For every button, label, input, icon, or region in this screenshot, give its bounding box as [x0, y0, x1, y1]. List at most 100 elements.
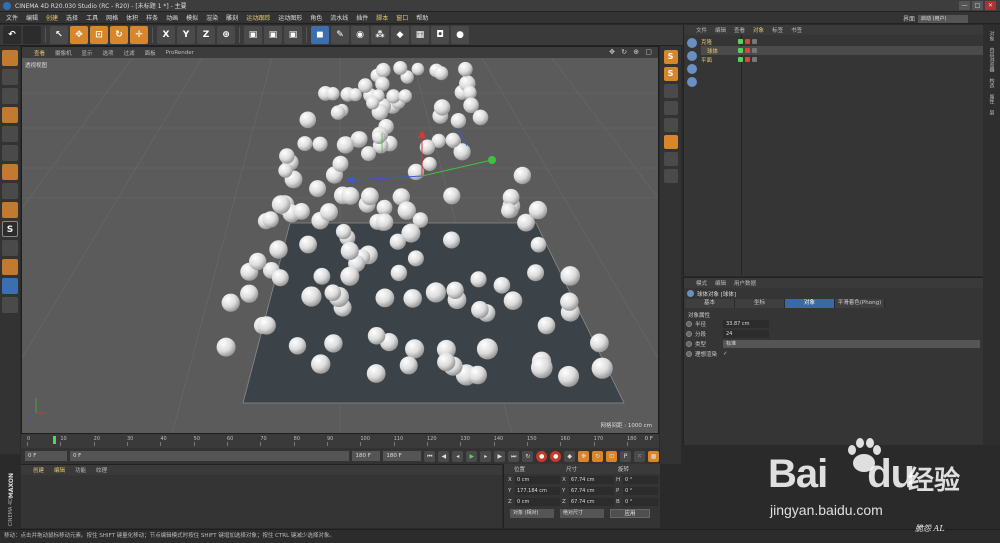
- position-x-field[interactable]: 0 cm: [515, 475, 560, 484]
- go-to-start-icon[interactable]: ⏮: [424, 450, 436, 462]
- object-menu-edit[interactable]: 编辑: [715, 26, 726, 34]
- sphere-clone[interactable]: [403, 289, 423, 308]
- menu-edit[interactable]: 编辑: [26, 13, 38, 22]
- sphere-clone[interactable]: [299, 235, 317, 254]
- timeline-window-icon[interactable]: ▦: [648, 450, 660, 462]
- sphere-clone[interactable]: [472, 109, 489, 126]
- animate-radius-icon[interactable]: [686, 321, 692, 327]
- sphere-clone[interactable]: [269, 240, 288, 259]
- points-mode-icon[interactable]: [2, 126, 18, 142]
- sphere-clone[interactable]: [397, 201, 416, 220]
- sphere-clone[interactable]: [470, 271, 487, 288]
- cloner-icon[interactable]: ⁂: [371, 26, 389, 44]
- previous-frame-icon[interactable]: ◂: [452, 450, 464, 462]
- sphere-clone[interactable]: [288, 337, 307, 355]
- position-key-icon[interactable]: ✥: [578, 450, 590, 462]
- material-menu-function[interactable]: 功能: [75, 466, 86, 474]
- sculpt-icon[interactable]: [2, 259, 18, 275]
- workplane-icon[interactable]: [2, 107, 18, 123]
- attribute-menu-mode[interactable]: 模式: [696, 279, 707, 287]
- scale-tool-icon[interactable]: ⊡: [90, 26, 108, 44]
- sphere-clone[interactable]: [262, 211, 279, 228]
- sphere-clone[interactable]: [312, 136, 328, 152]
- sphere-clone[interactable]: [437, 353, 456, 372]
- current-frame-field[interactable]: 0 F: [25, 451, 67, 461]
- x-axis-lock-button[interactable]: X: [157, 26, 175, 44]
- minimize-button[interactable]: —: [959, 1, 970, 10]
- menu-plugins[interactable]: 插件: [356, 13, 368, 22]
- tab-coordinates[interactable]: 坐标: [735, 299, 785, 308]
- object-menu-tags[interactable]: 标签: [772, 26, 783, 34]
- object-visibility-icons[interactable]: [738, 57, 757, 62]
- y-axis-lock-button[interactable]: Y: [177, 26, 195, 44]
- animate-render-perfect-icon[interactable]: [686, 351, 692, 357]
- position-y-field[interactable]: 177.184 cm: [515, 486, 560, 495]
- sphere-clone[interactable]: [366, 96, 380, 110]
- menu-sculpt[interactable]: 雕刻: [226, 13, 238, 22]
- param-key-icon[interactable]: P: [620, 450, 632, 462]
- sphere-clone[interactable]: [590, 333, 609, 353]
- sphere-clone[interactable]: [560, 292, 579, 311]
- next-frame-icon[interactable]: ▸: [480, 450, 492, 462]
- sphere-clone[interactable]: [313, 267, 331, 285]
- rotation-key-icon[interactable]: ↻: [592, 450, 604, 462]
- sphere-clone[interactable]: [537, 316, 556, 335]
- viewport-menu-filter[interactable]: 过滤: [124, 49, 135, 57]
- sphere-clone[interactable]: [336, 136, 355, 154]
- point-level-icon[interactable]: ⁙: [634, 450, 646, 462]
- snap-workplane-icon[interactable]: [663, 169, 678, 183]
- floor-icon[interactable]: ▦: [411, 26, 429, 44]
- menu-spline[interactable]: 样条: [146, 13, 158, 22]
- viewport-menu-prorender[interactable]: ProRender: [166, 50, 194, 56]
- camera-icon[interactable]: ◘: [431, 26, 449, 44]
- menu-character[interactable]: 角色: [310, 13, 322, 22]
- menu-mograph[interactable]: 运动图形: [278, 13, 302, 22]
- menu-simulate[interactable]: 模拟: [186, 13, 198, 22]
- sphere-clone[interactable]: [271, 269, 289, 287]
- snap-vertex-icon[interactable]: [663, 84, 678, 98]
- coord-apply-button[interactable]: 应用: [610, 509, 650, 518]
- sphere-clone[interactable]: [375, 288, 395, 308]
- pen-spline-icon[interactable]: ✎: [331, 26, 349, 44]
- menu-create[interactable]: 创建: [46, 13, 58, 22]
- sphere-clone[interactable]: [372, 130, 386, 144]
- sphere-clone[interactable]: [367, 327, 386, 345]
- sphere-clone[interactable]: [401, 223, 421, 243]
- right-tab-objects[interactable]: 对象: [988, 31, 996, 41]
- sphere-clone[interactable]: [240, 284, 259, 303]
- scale-key-icon[interactable]: ⊡: [606, 450, 618, 462]
- sphere-clone[interactable]: [528, 200, 548, 220]
- sphere-clone[interactable]: [376, 62, 391, 78]
- sphere-clone[interactable]: [293, 203, 310, 220]
- object-row-plane[interactable]: 平面: [701, 55, 984, 64]
- axis-mode-icon[interactable]: [2, 183, 18, 199]
- object-search-icon[interactable]: [687, 51, 697, 61]
- object-menu-view[interactable]: 查看: [734, 26, 745, 34]
- sphere-clone[interactable]: [476, 338, 498, 360]
- sphere-clone[interactable]: [335, 223, 352, 240]
- menu-motion-tracking[interactable]: 运动跟踪: [246, 13, 270, 22]
- object-visibility-icons[interactable]: [738, 39, 757, 44]
- sphere-clone[interactable]: [221, 293, 240, 312]
- grid-icon[interactable]: [2, 297, 18, 313]
- sphere-clone[interactable]: [340, 241, 359, 261]
- menu-animate[interactable]: 动画: [166, 13, 178, 22]
- sphere-clone[interactable]: [471, 301, 489, 319]
- sphere-clone[interactable]: [531, 356, 553, 379]
- viewport-menu-options[interactable]: 选项: [103, 49, 114, 57]
- sphere-clone[interactable]: [386, 89, 401, 104]
- render-picture-viewer-icon[interactable]: ▣: [264, 26, 282, 44]
- loop-icon[interactable]: ↻: [522, 450, 534, 462]
- sphere-clone[interactable]: [361, 187, 379, 206]
- object-tag-icon[interactable]: [687, 77, 697, 87]
- sphere-clone[interactable]: [399, 356, 418, 375]
- sphere-clone[interactable]: [216, 337, 236, 357]
- render-perfect-checkbox[interactable]: ✓: [723, 351, 728, 357]
- viewport-menu-camera[interactable]: 摄像机: [55, 49, 72, 57]
- size-x-field[interactable]: 67.74 cm: [569, 475, 614, 484]
- sphere-clone[interactable]: [560, 266, 580, 286]
- sphere-clone[interactable]: [458, 61, 473, 77]
- viewport-menu-view[interactable]: 查看: [34, 49, 45, 57]
- snap-grid-icon[interactable]: [663, 152, 678, 166]
- sphere-clone[interactable]: [558, 365, 580, 387]
